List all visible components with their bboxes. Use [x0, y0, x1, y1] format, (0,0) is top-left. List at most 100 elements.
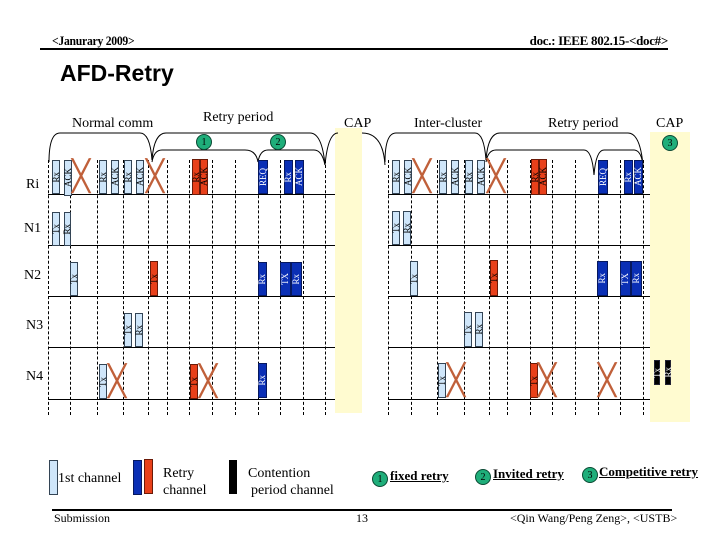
- legend-competitive-retry: Competitive retry: [599, 464, 699, 479]
- n2-retry-block-tx: Tx: [489, 260, 499, 296]
- ri-retry-block-ack: ACK: [199, 159, 209, 195]
- n1-block-rx: Rx: [62, 212, 72, 246]
- badge-fixed-retry: 1: [196, 134, 212, 150]
- n2-retry-block-tx: TX: [280, 262, 291, 296]
- collision-x-icon: ╳: [72, 159, 91, 194]
- legend-first-channel: 1st channel: [58, 471, 122, 486]
- brace-cap-1-right: [361, 132, 386, 166]
- legend-invited-retry: Invited retry: [493, 466, 564, 481]
- footer-submission: Submission: [54, 511, 111, 525]
- ri-block-ack: ACK: [135, 160, 145, 194]
- legend-swatch-retry-blue: [133, 460, 142, 495]
- legend-fixed-retry: fixed retry: [390, 468, 449, 483]
- baseline-n1-2: [388, 245, 650, 246]
- n4-block-tx: Tx: [437, 363, 447, 398]
- ri-retry-block-ack: ACK: [538, 159, 548, 195]
- footer-authors: <Qin Wang/Peng Zeng>, <USTB>: [510, 511, 678, 525]
- baseline-n3: [48, 347, 335, 348]
- baseline-n3-2: [388, 347, 650, 348]
- ri-block-rx: Rx: [51, 160, 61, 194]
- ri-block-ack: ACK: [450, 160, 460, 194]
- ri-retry-block-rx: Rx: [623, 160, 633, 194]
- n2-retry-block-rx: Rx: [597, 261, 608, 296]
- n2-retry-block-rx: Rx: [291, 262, 302, 296]
- ri-block-ack: ACK: [476, 160, 486, 194]
- ri-block-ack: ACK: [110, 160, 120, 194]
- legend-swatch-retry-red: [144, 459, 153, 494]
- n4-block-tx: Tx: [98, 364, 108, 399]
- brace-normal-comm: [48, 132, 153, 163]
- baseline-n2-2: [388, 296, 650, 297]
- collision-x-icon: ╳: [146, 159, 165, 194]
- badge-competitive-retry: 3: [662, 135, 678, 151]
- n2-retry-block-rx: Rx: [257, 262, 267, 296]
- ri-block-rx: Rx: [438, 160, 448, 194]
- collision-x-icon: ╳: [538, 363, 557, 398]
- slot-line: [507, 160, 508, 415]
- collision-x-icon: ╳: [447, 363, 466, 398]
- collision-x-icon: ╳: [487, 159, 506, 194]
- n3-block-tx: Tx: [123, 313, 133, 347]
- badge-invited-retry: 2: [270, 134, 286, 150]
- slot-line: [325, 160, 326, 415]
- row-label-n1: N1: [24, 221, 42, 236]
- slot-line: [48, 160, 49, 415]
- collision-x-icon: ╳: [598, 363, 617, 398]
- legend-retry-channel-line2: channel: [163, 483, 207, 498]
- baseline-n2: [48, 296, 335, 297]
- ri-block-ack: ACK: [63, 160, 73, 196]
- n4-retry-block-tx: Tx: [189, 364, 199, 399]
- legend-badge-2: 2: [475, 469, 491, 485]
- ri-retry-block-ack: ACK: [633, 160, 643, 194]
- row-label-n4: N4: [26, 369, 44, 384]
- n1-block-rx: Rx: [402, 211, 412, 245]
- baseline-n1: [48, 245, 335, 246]
- n1-block-tx: Tx: [391, 211, 401, 245]
- ri-retry-block-req: REQ: [258, 160, 268, 194]
- baseline-n4: [48, 399, 335, 400]
- slot-line: [303, 160, 304, 415]
- n3-block-tx: Tx: [463, 312, 473, 347]
- brace-cap-1-left: [324, 132, 339, 166]
- ri-retry-block-req: REQ: [598, 160, 608, 194]
- n2-block-tx: Tx: [69, 262, 79, 296]
- n4-contention-block-tx: Tx: [652, 360, 662, 385]
- ri-retry-block-ack: ACK: [294, 160, 304, 194]
- collision-x-icon: ╳: [108, 364, 127, 399]
- slot-line: [643, 160, 644, 415]
- n3-block-rx: Rx: [134, 313, 144, 347]
- collision-x-icon: ╳: [413, 159, 432, 194]
- row-label-n2: N2: [24, 268, 42, 283]
- slot-line: [575, 160, 576, 415]
- n1-block-tx: Tx: [51, 212, 61, 246]
- n4-contention-block-tx: Rx: [663, 360, 673, 385]
- legend-swatch-first-channel: [49, 460, 58, 495]
- n3-block-rx: Rx: [474, 312, 484, 347]
- row-label-n3: N3: [26, 318, 44, 333]
- n4-retry-block-tx: Tx: [529, 363, 539, 398]
- legend-contention-line1: Contention: [248, 466, 311, 481]
- row-label-ri: Ri: [26, 177, 40, 192]
- ri-block-ack: ACK: [403, 160, 413, 194]
- brace-inter-cluster: [384, 132, 487, 163]
- n2-retry-block-rx: Rx: [631, 261, 642, 296]
- ri-block-rx: Rx: [98, 160, 108, 194]
- ri-block-rx: Rx: [464, 160, 474, 194]
- ri-block-rx: Rx: [391, 160, 401, 194]
- collision-x-icon: ╳: [199, 364, 218, 399]
- legend-contention-line2: period channel: [251, 483, 334, 498]
- n2-block-tx: Tx: [409, 261, 419, 296]
- baseline-n4-2: [388, 399, 650, 400]
- slot-line: [388, 160, 389, 415]
- slot-line: [167, 160, 168, 415]
- period-braces: [48, 132, 644, 176]
- n2-retry-block-tx: TX: [620, 261, 631, 296]
- ri-retry-block-rx: Rx: [283, 160, 293, 194]
- ri-block-rx: Rx: [123, 160, 133, 194]
- slot-line: [235, 160, 236, 415]
- slot-line: [148, 160, 149, 415]
- legend-badge-1: 1: [372, 471, 388, 487]
- legend-swatch-contention: [229, 460, 237, 494]
- n2-retry-block-tx: Tx: [149, 261, 159, 296]
- legend-badge-3: 3: [582, 467, 598, 483]
